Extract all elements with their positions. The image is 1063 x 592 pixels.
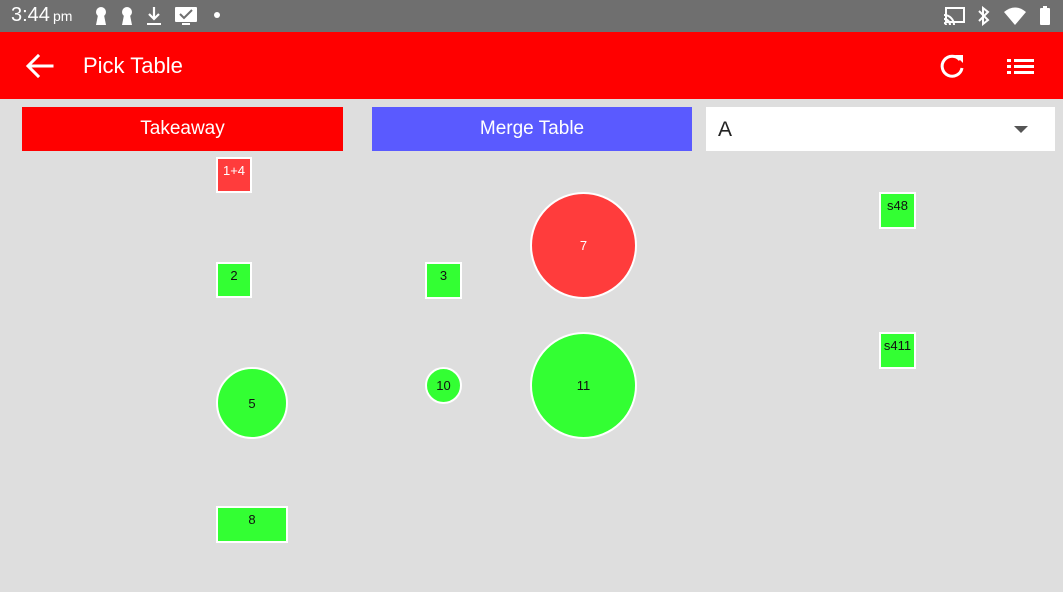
status-bar: 3:44 pm [0,0,1063,32]
bluetooth-icon [978,6,990,26]
status-time-value: 3:44 [11,4,50,26]
list-icon [1007,59,1034,74]
table-5[interactable]: 5 [216,367,288,439]
system-icons [943,6,1051,26]
area-dropdown-value: A [718,118,733,141]
battery-icon [1040,6,1050,25]
arrow-left-icon [25,53,54,79]
keyhole-icon [96,7,106,25]
refresh-button[interactable] [936,51,968,83]
table-1-4[interactable]: 1+4 [216,157,252,193]
download-icon [147,7,161,25]
page-title: Pick Table [83,53,183,78]
keyhole-icon [122,7,132,25]
table-11[interactable]: 11 [530,332,637,439]
table-s411[interactable]: s411 [879,332,916,369]
wifi-icon [1004,7,1026,25]
notification-icons [94,6,224,26]
table-10[interactable]: 10 [425,367,462,404]
cast-icon [943,7,965,26]
message-icon [175,7,197,25]
app-bar: Pick Table [0,32,1063,99]
table-2[interactable]: 2 [216,262,252,298]
area-dropdown[interactable]: A [706,107,1055,151]
table-s48[interactable]: s48 [879,192,916,229]
list-button[interactable] [1004,52,1038,82]
table-7[interactable]: 7 [530,192,637,299]
dot-icon [214,12,220,18]
status-time-ampm: pm [52,8,73,24]
takeaway-button[interactable]: Takeaway [22,107,343,151]
merge-table-button[interactable]: Merge Table [372,107,692,151]
table-8[interactable]: 8 [216,506,288,543]
status-time: 3:44 pm [11,4,72,27]
refresh-icon [940,54,964,78]
back-button[interactable] [22,50,58,82]
table-3[interactable]: 3 [425,262,462,299]
dropdown-arrow-icon [1014,126,1028,133]
